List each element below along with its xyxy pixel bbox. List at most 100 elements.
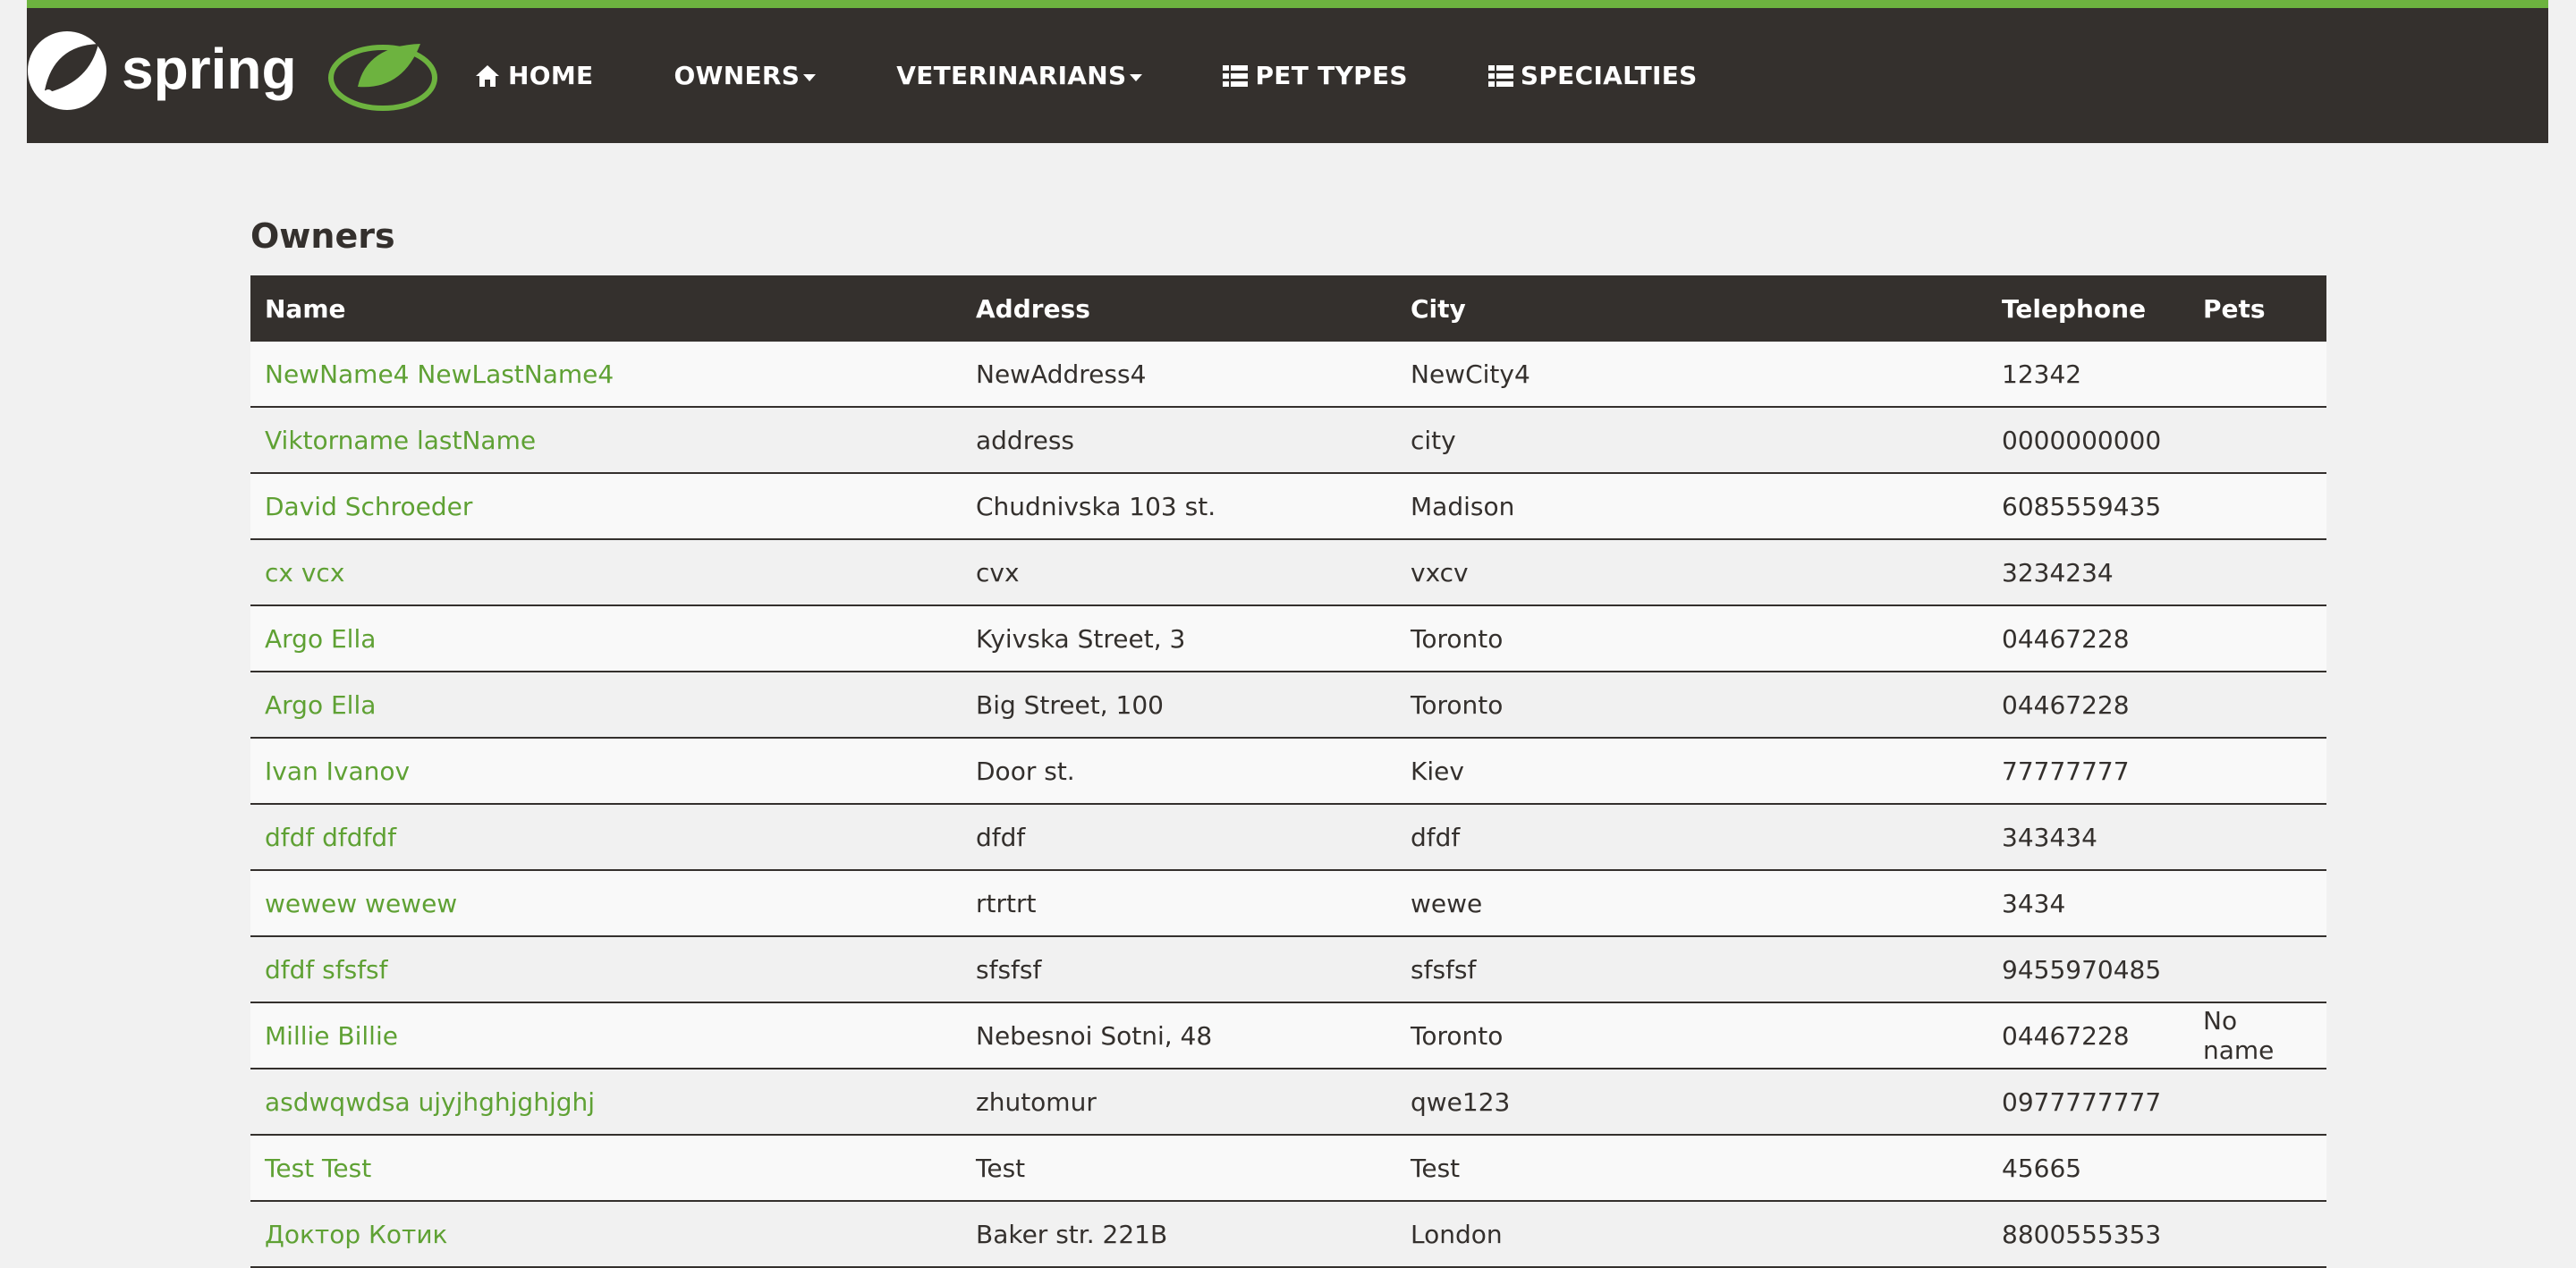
- column-header-city: City: [1411, 293, 1466, 324]
- owner-pets: [2189, 342, 2326, 408]
- caret-down-icon: [1130, 73, 1143, 81]
- table-row: asdwqwdsa ujyjhghjghjghj zhutomur qwe123…: [250, 1069, 2326, 1136]
- caret-down-icon: [803, 73, 817, 81]
- table-row: Viktorname lastName address city 0000000…: [250, 407, 2326, 474]
- owner-pets: [2189, 804, 2326, 871]
- owner-pets: [2189, 870, 2326, 937]
- owner-name-link[interactable]: Argo Ella: [265, 624, 376, 654]
- owner-name-link[interactable]: dfdf sfsfsf: [265, 955, 388, 985]
- owner-pets: [2189, 672, 2326, 739]
- spring-wordmark: spring: [122, 37, 297, 101]
- nav-specialties[interactable]: SPECIALTIES: [1487, 61, 1698, 90]
- owner-pets: [2189, 605, 2326, 672]
- owner-telephone: 3434: [1987, 870, 2189, 937]
- column-header-pets: Pets: [2203, 293, 2266, 324]
- table-row: Millie Billie Nebesnoi Sotni, 48 Toronto…: [250, 1002, 2326, 1069]
- nav-home-label: HOME: [508, 61, 594, 90]
- owner-city: Madison: [1396, 473, 1987, 540]
- app-frame: spring HOME OWNERS VETERINARIANS PET TYP…: [27, 0, 2548, 1268]
- main-content: Owners Name Address City Telephone Pets …: [250, 206, 2326, 1268]
- table-row: Test Test Test Test 45665: [250, 1135, 2326, 1202]
- owner-city: London: [1396, 1201, 1987, 1268]
- owner-city: NewCity4: [1396, 342, 1987, 408]
- owner-name-link[interactable]: Argo Ella: [265, 690, 376, 720]
- owner-telephone: 77777777: [1987, 738, 2189, 805]
- owner-city: Toronto: [1396, 1002, 1987, 1069]
- owner-city: city: [1396, 407, 1987, 474]
- list-icon: [1223, 64, 1249, 88]
- owner-telephone: 0000000000: [1987, 407, 2189, 474]
- owner-telephone: 04467228: [1987, 1002, 2189, 1069]
- owner-telephone: 04467228: [1987, 605, 2189, 672]
- owner-address: Test: [962, 1135, 1396, 1202]
- owner-city: qwe123: [1396, 1069, 1987, 1136]
- home-icon: [474, 63, 501, 89]
- owner-city: Toronto: [1396, 605, 1987, 672]
- nav-owners-label: OWNERS: [674, 61, 801, 90]
- owner-telephone: 343434: [1987, 804, 2189, 871]
- list-icon: [1487, 64, 1513, 88]
- owner-name-link[interactable]: wewew wewew: [265, 889, 457, 918]
- table-row: Доктор Котик Baker str. 221B London 8800…: [250, 1201, 2326, 1268]
- owner-name-link[interactable]: Ivan Ivanov: [265, 757, 410, 786]
- owner-address: Kyivska Street, 3: [962, 605, 1396, 672]
- owner-telephone: 8800555353: [1987, 1201, 2189, 1268]
- owner-city: sfsfsf: [1396, 936, 1987, 1003]
- owner-name-link[interactable]: Test Test: [265, 1154, 371, 1183]
- column-header-address: Address: [976, 293, 1090, 324]
- owner-address: Baker str. 221B: [962, 1201, 1396, 1268]
- owner-city: dfdf: [1396, 804, 1987, 871]
- owner-telephone: 3234234: [1987, 539, 2189, 606]
- table-row: NewName4 NewLastName4 NewAddress4 NewCit…: [250, 342, 2326, 408]
- spring-logo-icon: spring: [28, 31, 437, 111]
- nav-specialties-label: SPECIALTIES: [1520, 61, 1698, 90]
- owner-name-link[interactable]: cx vcx: [265, 558, 344, 588]
- nav-menu: HOME OWNERS VETERINARIANS PET TYPES SPEC…: [474, 8, 1778, 143]
- owner-city: wewe: [1396, 870, 1987, 937]
- owner-pets: [2189, 1135, 2326, 1202]
- owner-name-link[interactable]: Millie Billie: [265, 1021, 398, 1051]
- table-row: dfdf dfdfdf dfdf dfdf 343434: [250, 804, 2326, 871]
- owner-address: rtrtrt: [962, 870, 1396, 937]
- owner-address: Big Street, 100: [962, 672, 1396, 739]
- owner-telephone: 6085559435: [1987, 473, 2189, 540]
- owner-telephone: 45665: [1987, 1135, 2189, 1202]
- nav-veterinarians-label: VETERINARIANS: [896, 61, 1127, 90]
- top-navbar: spring HOME OWNERS VETERINARIANS PET TYP…: [27, 0, 2548, 143]
- spring-logo[interactable]: spring: [27, 28, 438, 117]
- owner-name-link[interactable]: asdwqwdsa ujyjhghjghjghj: [265, 1087, 595, 1117]
- owner-telephone: 9455970485: [1987, 936, 2189, 1003]
- column-header-name: Name: [265, 293, 346, 324]
- owner-address: Chudnivska 103 st.: [962, 473, 1396, 540]
- owner-name-link[interactable]: dfdf dfdfdf: [265, 823, 396, 852]
- owner-address: Nebesnoi Sotni, 48: [962, 1002, 1396, 1069]
- owner-telephone: 0977777777: [1987, 1069, 2189, 1136]
- table-header-row: Name Address City Telephone Pets: [250, 275, 2326, 342]
- owner-address: Door st.: [962, 738, 1396, 805]
- owner-address: NewAddress4: [962, 342, 1396, 408]
- owner-city: Toronto: [1396, 672, 1987, 739]
- table-row: dfdf sfsfsf sfsfsf sfsfsf 9455970485: [250, 936, 2326, 1003]
- owner-address: sfsfsf: [962, 936, 1396, 1003]
- owners-table: Name Address City Telephone Pets NewName…: [250, 275, 2326, 1268]
- nav-owners-dropdown[interactable]: OWNERS: [674, 61, 817, 90]
- owner-name-link[interactable]: Доктор Котик: [265, 1220, 447, 1249]
- owner-address: zhutomur: [962, 1069, 1396, 1136]
- table-row: Ivan Ivanov Door st. Kiev 77777777: [250, 738, 2326, 805]
- table-row: Argo Ella Kyivska Street, 3 Toronto 0446…: [250, 605, 2326, 672]
- owner-city: vxcv: [1396, 539, 1987, 606]
- table-row: Argo Ella Big Street, 100 Toronto 044672…: [250, 672, 2326, 739]
- owner-name-link[interactable]: Viktorname lastName: [265, 426, 536, 455]
- owner-address: dfdf: [962, 804, 1396, 871]
- nav-veterinarians-dropdown[interactable]: VETERINARIANS: [896, 61, 1143, 90]
- column-header-telephone: Telephone: [2002, 293, 2147, 324]
- owner-pets: [2189, 1069, 2326, 1136]
- owner-pets: [2189, 738, 2326, 805]
- owner-pets: No name: [2189, 1002, 2326, 1069]
- nav-home[interactable]: HOME: [474, 61, 593, 90]
- page-title: Owners: [250, 216, 395, 256]
- nav-pet-types[interactable]: PET TYPES: [1223, 61, 1408, 90]
- owner-telephone: 04467228: [1987, 672, 2189, 739]
- owner-name-link[interactable]: David Schroeder: [265, 492, 472, 521]
- owner-name-link[interactable]: NewName4 NewLastName4: [265, 359, 614, 389]
